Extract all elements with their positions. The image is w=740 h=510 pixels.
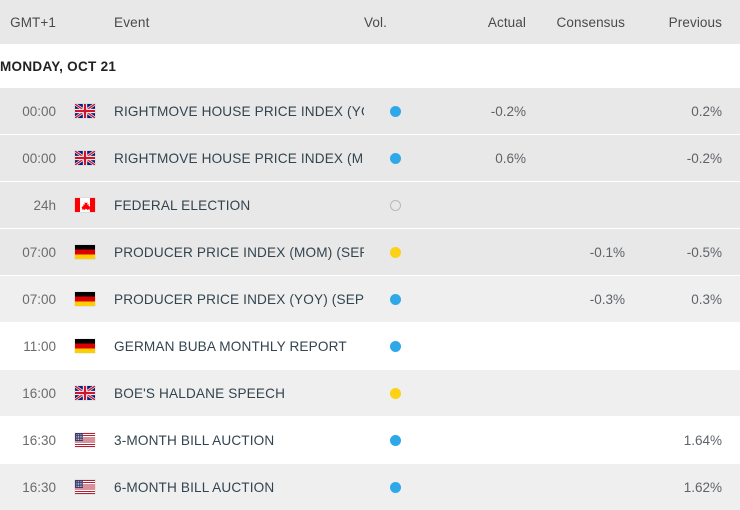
event-country-flag xyxy=(56,198,114,212)
table-row[interactable]: 00:00 RIGHTMOVE HOUSE PRICE INDEX (YOY) (… xyxy=(0,88,740,134)
column-header-event[interactable]: Event xyxy=(114,15,356,30)
event-country-flag xyxy=(56,433,114,447)
event-name[interactable]: 6-MONTH BILL AUCTION xyxy=(114,480,364,495)
event-country-flag xyxy=(56,480,114,494)
volatility-dot-none xyxy=(390,200,401,211)
event-name[interactable]: PRODUCER PRICE INDEX (MOM) (SEP) xyxy=(114,245,364,260)
event-volatility[interactable] xyxy=(364,482,426,493)
flag-united-states xyxy=(75,480,95,494)
volatility-dot-low xyxy=(390,106,401,117)
event-volatility[interactable] xyxy=(364,247,426,258)
volatility-dot-low xyxy=(390,482,401,493)
volatility-dot-low xyxy=(390,153,401,164)
event-previous: 1.62% xyxy=(626,480,740,495)
column-header-timezone[interactable]: GMT+1 xyxy=(0,15,56,30)
event-actual: 0.6% xyxy=(426,151,527,166)
event-previous: 0.2% xyxy=(626,104,740,119)
event-volatility[interactable] xyxy=(364,294,426,305)
table-row[interactable]: 07:00 PRODUCER PRICE INDEX (YOY) (SEP) -0.… xyxy=(0,276,740,322)
date-group-header: MONDAY, OCT 21 xyxy=(0,44,740,88)
flag-united-states xyxy=(75,433,95,447)
event-name[interactable]: BOE'S HALDANE SPEECH xyxy=(114,386,364,401)
event-time: 16:30 xyxy=(0,433,56,448)
event-time: 07:00 xyxy=(0,245,56,260)
event-name[interactable]: RIGHTMOVE HOUSE PRICE INDEX (MOM) (... xyxy=(114,151,364,166)
event-time: 24h xyxy=(0,198,56,213)
event-country-flag xyxy=(56,245,114,259)
event-name[interactable]: RIGHTMOVE HOUSE PRICE INDEX (YOY) (... xyxy=(114,104,364,119)
calendar-column-header: GMT+1 Event Vol. Actual Consensus Previo… xyxy=(0,0,740,44)
event-volatility[interactable] xyxy=(364,200,426,211)
event-previous: 1.64% xyxy=(626,433,740,448)
economic-calendar: GMT+1 Event Vol. Actual Consensus Previo… xyxy=(0,0,740,502)
column-header-consensus[interactable]: Consensus xyxy=(527,15,626,30)
event-time: 00:00 xyxy=(0,151,56,166)
event-actual: -0.2% xyxy=(426,104,527,119)
event-time: 07:00 xyxy=(0,292,56,307)
event-name[interactable]: 3-MONTH BILL AUCTION xyxy=(114,433,364,448)
event-volatility[interactable] xyxy=(364,106,426,117)
event-previous: 0.3% xyxy=(626,292,740,307)
event-name[interactable]: GERMAN BUBA MONTHLY REPORT xyxy=(114,339,364,354)
event-name[interactable]: FEDERAL ELECTION xyxy=(114,198,364,213)
event-volatility[interactable] xyxy=(364,435,426,446)
event-time: 16:30 xyxy=(0,480,56,495)
event-name[interactable]: PRODUCER PRICE INDEX (YOY) (SEP) xyxy=(114,292,364,307)
flag-germany xyxy=(75,245,95,259)
column-header-actual[interactable]: Actual xyxy=(426,15,527,30)
table-row[interactable]: 16:30 3-MONTH BILL AUCTION 1.64% xyxy=(0,417,740,463)
event-previous: -0.5% xyxy=(626,245,740,260)
calendar-rows: 00:00 RIGHTMOVE HOUSE PRICE INDEX (YOY) (… xyxy=(0,88,740,510)
flag-united-kingdom xyxy=(75,104,95,118)
event-time: 11:00 xyxy=(0,339,56,354)
flag-canada xyxy=(75,198,95,212)
event-volatility[interactable] xyxy=(364,388,426,399)
flag-united-kingdom xyxy=(75,386,95,400)
flag-germany xyxy=(75,339,95,353)
volatility-dot-medium xyxy=(390,388,401,399)
event-country-flag xyxy=(56,386,114,400)
event-country-flag xyxy=(56,104,114,118)
event-country-flag xyxy=(56,339,114,353)
volatility-dot-low xyxy=(390,435,401,446)
table-row[interactable]: 24h FEDERAL ELECTION xyxy=(0,182,740,228)
event-time: 16:00 xyxy=(0,386,56,401)
table-row[interactable]: 16:30 6-MONTH BILL AUCTION 1.62% xyxy=(0,464,740,510)
event-country-flag xyxy=(56,151,114,165)
flag-united-kingdom xyxy=(75,151,95,165)
event-previous: -0.2% xyxy=(626,151,740,166)
volatility-dot-medium xyxy=(390,247,401,258)
event-volatility[interactable] xyxy=(364,153,426,164)
event-consensus: -0.3% xyxy=(527,292,626,307)
event-time: 00:00 xyxy=(0,104,56,119)
volatility-dot-low xyxy=(390,341,401,352)
table-row[interactable]: 07:00 PRODUCER PRICE INDEX (MOM) (SEP) -0.… xyxy=(0,229,740,275)
table-row[interactable]: 00:00 RIGHTMOVE HOUSE PRICE INDEX (MOM) (… xyxy=(0,135,740,181)
event-consensus: -0.1% xyxy=(527,245,626,260)
volatility-dot-low xyxy=(390,294,401,305)
event-country-flag xyxy=(56,292,114,306)
date-group-label: MONDAY, OCT 21 xyxy=(0,59,116,74)
event-volatility[interactable] xyxy=(364,341,426,352)
table-row[interactable]: 11:00 GERMAN BUBA MONTHLY REPORT xyxy=(0,323,740,369)
flag-germany xyxy=(75,292,95,306)
table-row[interactable]: 16:00 BOE'S HALDANE SPEECH xyxy=(0,370,740,416)
column-header-volatility[interactable]: Vol. xyxy=(356,15,426,30)
column-header-previous[interactable]: Previous xyxy=(626,15,740,30)
